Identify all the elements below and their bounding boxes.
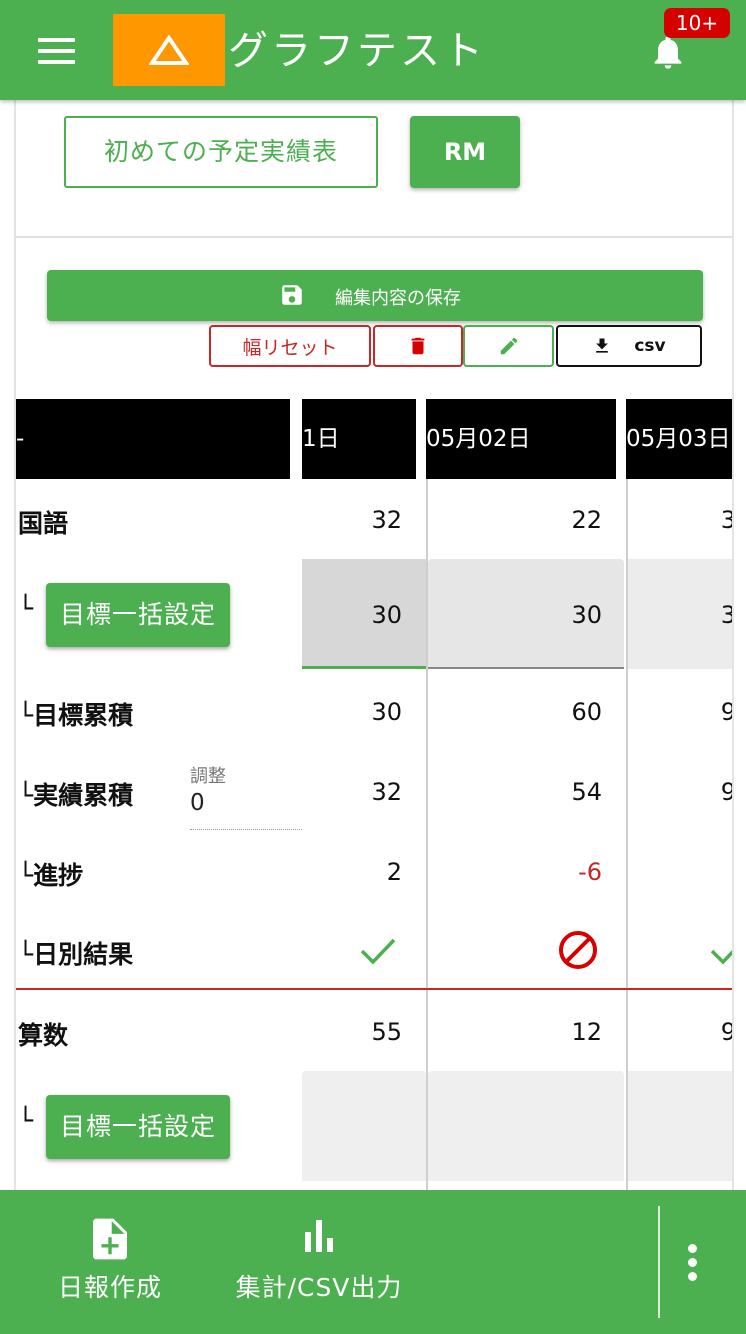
subject-name: 国語 bbox=[18, 509, 69, 538]
adjust-input[interactable]: 0 bbox=[190, 790, 302, 830]
nav-daily-report-label: 日報作成 bbox=[57, 1273, 162, 1302]
target-input-cell[interactable] bbox=[302, 1071, 426, 1181]
bottom-navigation: 日報作成 集計/CSV出力 bbox=[0, 1190, 746, 1334]
notification-bell-icon[interactable] bbox=[648, 32, 688, 72]
more-vertical-icon[interactable] bbox=[686, 1244, 698, 1284]
subject-value: 12 bbox=[571, 1018, 602, 1046]
edit-button[interactable] bbox=[463, 325, 554, 367]
row-label: └日別結果 bbox=[18, 940, 134, 969]
trash-icon bbox=[411, 337, 425, 355]
row-label: └目標累積 bbox=[18, 701, 134, 730]
nav-daily-report[interactable]: 日報作成 bbox=[40, 1190, 180, 1334]
nav-stats-csv[interactable]: 集計/CSV出力 bbox=[214, 1190, 424, 1334]
csv-download-button[interactable]: csv bbox=[556, 325, 702, 367]
adjust-label: 調整 bbox=[190, 766, 226, 787]
cumulative-actual-value: 9 bbox=[628, 778, 732, 806]
content-card: 初めての予定実績表 RM 編集内容の保存 幅リセット csv - 1日 05月0… bbox=[14, 100, 734, 1190]
check-icon bbox=[360, 938, 396, 965]
prohibited-icon bbox=[559, 931, 597, 969]
cumulative-actual-value: 32 bbox=[371, 778, 402, 806]
subject-value: 55 bbox=[371, 1018, 402, 1046]
target-value[interactable]: 30 bbox=[428, 601, 602, 629]
cumulative-target-value: 9 bbox=[628, 698, 732, 726]
delete-button[interactable] bbox=[373, 325, 463, 367]
subject-value: 22 bbox=[571, 506, 602, 534]
download-icon bbox=[596, 338, 609, 353]
triangle-logo-icon bbox=[149, 35, 189, 65]
schedule-table-button[interactable]: 初めての予定実績表 bbox=[64, 116, 378, 188]
notification-badge: 10+ bbox=[664, 8, 730, 38]
check-icon bbox=[710, 949, 732, 965]
table-header-date[interactable]: 05月02日 bbox=[426, 399, 626, 479]
pencil-icon bbox=[500, 337, 517, 355]
note-add-icon bbox=[93, 1218, 127, 1260]
save-button-label: 編集内容の保存 bbox=[335, 288, 461, 309]
progress-value: -6 bbox=[578, 858, 602, 886]
app-bar: グラフテスト 10+ bbox=[0, 0, 746, 100]
bar-chart-icon bbox=[305, 1220, 333, 1252]
subject-divider bbox=[16, 988, 732, 990]
progress-value: 2 bbox=[386, 858, 402, 886]
cumulative-target-value: 60 bbox=[571, 698, 602, 726]
subject-value: 3 bbox=[628, 506, 732, 534]
app-title: グラフテスト bbox=[228, 28, 486, 74]
target-value[interactable]: 3 bbox=[628, 601, 732, 629]
row-label: └進捗 bbox=[18, 861, 84, 890]
bulk-target-button[interactable]: 目標一括設定 bbox=[46, 1095, 230, 1159]
row-label: └実績累積 bbox=[18, 781, 134, 810]
reset-width-button[interactable]: 幅リセット bbox=[209, 325, 371, 367]
corner-mark: └ bbox=[18, 1106, 34, 1135]
table-header-label: - bbox=[16, 399, 290, 479]
table-header-date[interactable]: 1日 bbox=[302, 399, 416, 479]
target-input-cell[interactable] bbox=[428, 1071, 624, 1181]
target-value[interactable]: 30 bbox=[302, 601, 402, 629]
subject-value: 9 bbox=[628, 1018, 732, 1046]
subject-name: 算数 bbox=[18, 1021, 69, 1050]
rm-button[interactable]: RM bbox=[410, 116, 520, 188]
bulk-target-button[interactable]: 目標一括設定 bbox=[46, 583, 230, 647]
hamburger-menu-icon[interactable] bbox=[38, 38, 75, 64]
subject-value: 32 bbox=[371, 506, 402, 534]
table-header-date[interactable]: 05月03日 bbox=[626, 399, 732, 479]
nav-divider bbox=[658, 1206, 660, 1318]
divider bbox=[16, 236, 732, 238]
nav-stats-label: 集計/CSV出力 bbox=[235, 1273, 403, 1302]
target-input-cell[interactable] bbox=[628, 1071, 732, 1181]
cumulative-actual-value: 54 bbox=[571, 778, 602, 806]
app-logo[interactable] bbox=[113, 14, 225, 86]
save-edits-button[interactable]: 編集内容の保存 bbox=[47, 270, 703, 321]
csv-label: csv bbox=[634, 336, 666, 356]
floppy-disk-icon bbox=[282, 285, 302, 305]
column-divider bbox=[426, 479, 428, 1190]
cumulative-target-value: 30 bbox=[371, 698, 402, 726]
corner-mark: └ bbox=[18, 594, 34, 623]
column-divider bbox=[626, 479, 628, 1190]
